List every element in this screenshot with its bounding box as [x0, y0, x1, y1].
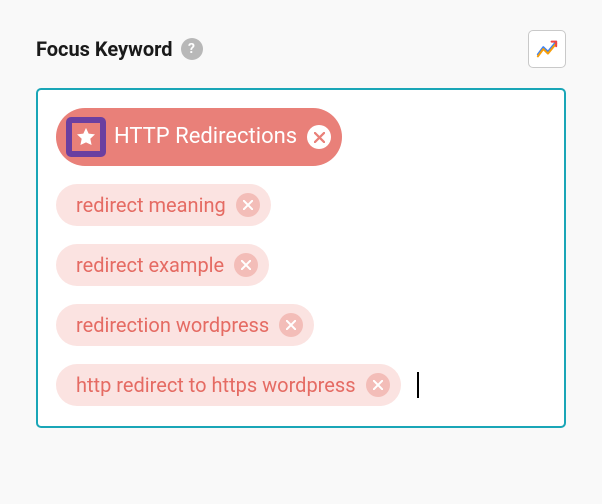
trends-button[interactable] — [528, 30, 566, 68]
remove-keyword-button[interactable] — [279, 313, 303, 337]
close-icon — [373, 380, 383, 390]
keyword-label: redirect meaning — [76, 195, 226, 215]
close-icon — [314, 132, 325, 143]
text-cursor — [417, 372, 419, 398]
remove-keyword-button[interactable] — [366, 373, 390, 397]
keyword-input-box[interactable]: HTTP Redirections redirect meaning redir… — [36, 88, 566, 428]
close-icon — [241, 260, 251, 270]
secondary-keyword-tag[interactable]: redirect meaning — [56, 184, 271, 226]
remove-keyword-button[interactable] — [236, 193, 260, 217]
primary-keyword-star-highlight — [66, 117, 106, 157]
section-header: Focus Keyword ? — [36, 30, 566, 68]
secondary-keyword-tag[interactable]: redirect example — [56, 244, 269, 286]
header-left: Focus Keyword ? — [36, 37, 203, 61]
close-icon — [286, 320, 296, 330]
trends-icon — [536, 38, 558, 60]
remove-keyword-button[interactable] — [234, 253, 258, 277]
primary-keyword-tag[interactable]: HTTP Redirections — [56, 108, 342, 166]
last-row: http redirect to https wordpress — [56, 364, 419, 406]
help-icon[interactable]: ? — [181, 38, 203, 60]
keyword-label: redirection wordpress — [76, 315, 269, 335]
keyword-label: redirect example — [76, 255, 224, 275]
keyword-label: HTTP Redirections — [114, 126, 297, 148]
secondary-keyword-tag[interactable]: redirection wordpress — [56, 304, 314, 346]
secondary-keyword-tag[interactable]: http redirect to https wordpress — [56, 364, 401, 406]
close-icon — [243, 200, 253, 210]
remove-keyword-button[interactable] — [307, 125, 331, 149]
section-title: Focus Keyword — [36, 37, 173, 61]
keyword-label: http redirect to https wordpress — [76, 375, 356, 395]
star-icon — [75, 126, 97, 148]
